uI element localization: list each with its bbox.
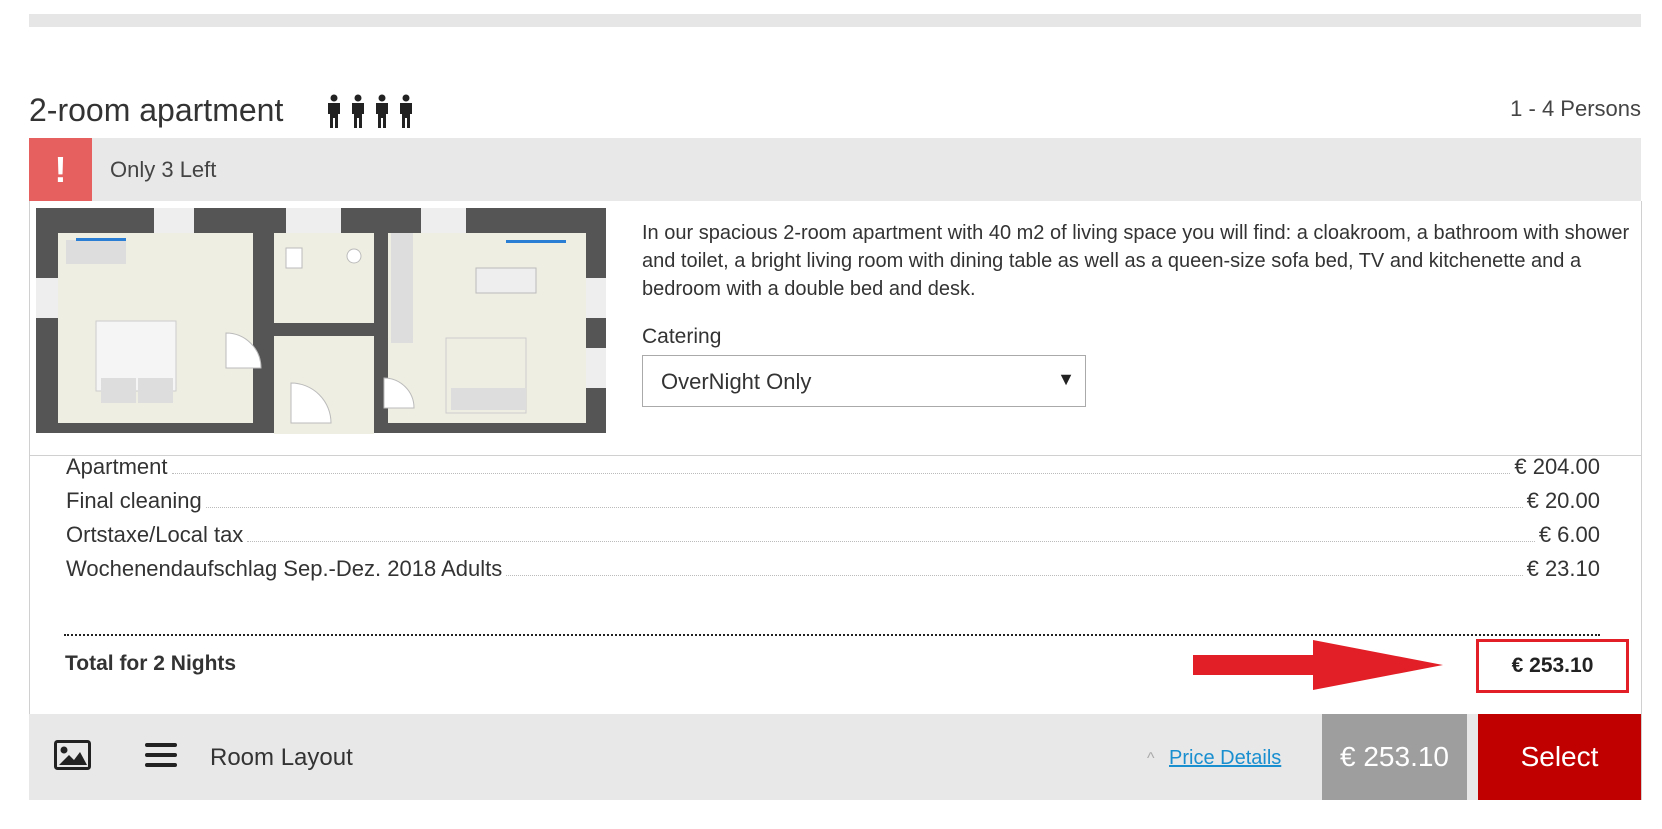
catering-selected-value: OverNight Only xyxy=(661,369,812,394)
price-row-label: Wochenendaufschlag Sep.-Dez. 2018 Adults xyxy=(66,556,503,581)
price-row: Apartment € 204.00 xyxy=(66,448,1600,480)
price-row: Final cleaning € 20.00 xyxy=(66,482,1600,514)
image-gallery-icon[interactable] xyxy=(54,740,91,770)
room-footer: Room Layout ^ Price Details € 253.10 Sel… xyxy=(29,714,1641,800)
price-row-label: Apartment xyxy=(66,454,168,479)
annotation-arrow-icon xyxy=(1193,640,1443,690)
total-separator xyxy=(64,634,1600,636)
room-header: 2-room apartment 1 - 4 Persons xyxy=(29,88,1641,132)
exclamation-icon: ! xyxy=(29,138,92,201)
persons-icons xyxy=(324,94,416,128)
person-icon xyxy=(328,94,340,128)
room-layout-link[interactable]: Room Layout xyxy=(210,744,353,772)
catering-label: Catering xyxy=(642,325,722,348)
persons-label: 1 - 4 Persons xyxy=(1510,96,1641,121)
menu-icon[interactable] xyxy=(145,741,177,769)
dropdown-caret-icon: ▼ xyxy=(1057,369,1075,389)
price-row-value: € 6.00 xyxy=(1538,522,1600,547)
price-row: Wochenendaufschlag Sep.-Dez. 2018 Adults… xyxy=(66,550,1600,582)
price-row-label: Ortstaxe/Local tax xyxy=(66,522,244,547)
room-description: In our spacious 2-room apartment with 40… xyxy=(642,222,1630,300)
footer-price: € 253.10 xyxy=(1322,714,1467,800)
room-card: In our spacious 2-room apartment with 40… xyxy=(29,201,1642,800)
price-details-link[interactable]: Price Details xyxy=(1169,747,1281,770)
select-button[interactable]: Select xyxy=(1478,714,1641,800)
dot-leader xyxy=(205,507,1523,508)
room-title: 2-room apartment xyxy=(29,92,284,128)
availability-alert: ! Only 3 Left xyxy=(29,138,1641,201)
dot-leader xyxy=(247,541,1535,542)
price-row-value: € 204.00 xyxy=(1514,454,1600,479)
person-icon xyxy=(352,94,364,128)
total-label: Total for 2 Nights xyxy=(65,652,237,675)
chevron-up-icon: ^ xyxy=(1147,750,1155,767)
price-row-value: € 23.10 xyxy=(1526,556,1600,581)
person-icon xyxy=(400,94,412,128)
floorplan-image[interactable] xyxy=(36,208,606,448)
price-row-label: Final cleaning xyxy=(66,488,202,513)
total-value: € 253.10 xyxy=(1476,639,1629,693)
person-icon xyxy=(376,94,388,128)
dot-leader xyxy=(506,575,1523,576)
top-divider-bar xyxy=(29,14,1641,27)
availability-text: Only 3 Left xyxy=(110,157,217,182)
catering-select[interactable]: OverNight Only ▼ xyxy=(642,355,1086,407)
price-row: Ortstaxe/Local tax € 6.00 xyxy=(66,516,1600,548)
price-row-value: € 20.00 xyxy=(1526,488,1600,513)
dot-leader xyxy=(171,473,1511,474)
